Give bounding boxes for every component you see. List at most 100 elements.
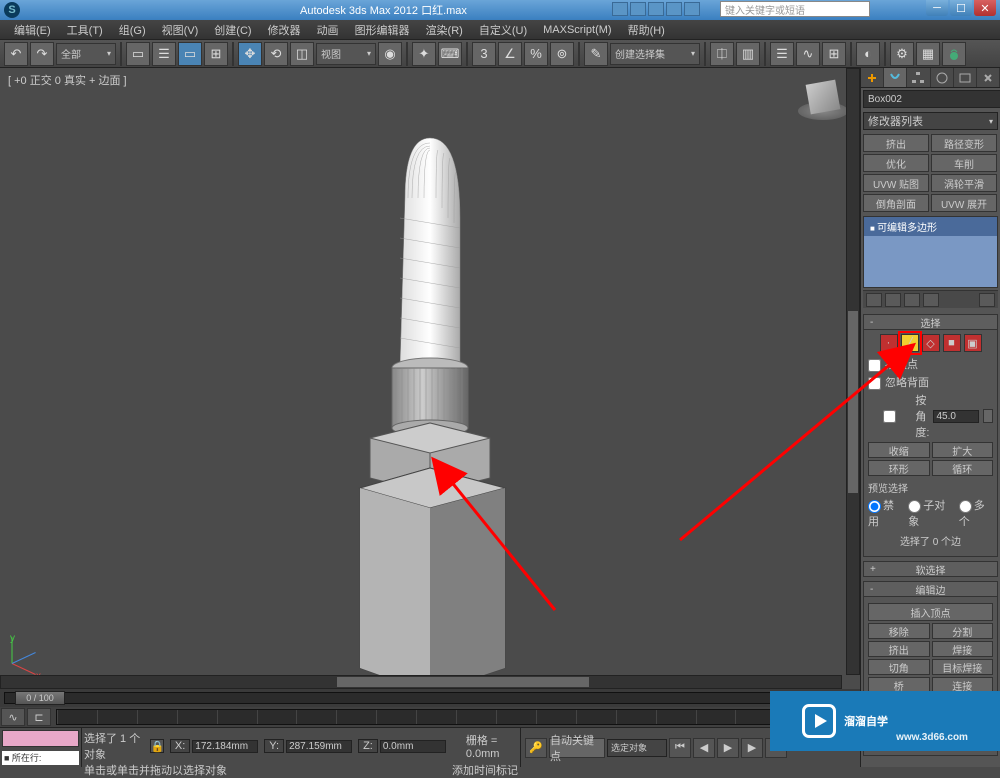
radio-subobj[interactable]	[908, 500, 921, 513]
show-end[interactable]	[885, 293, 901, 307]
layers-button[interactable]: ☰	[770, 42, 794, 66]
rollout-softsel[interactable]: 软选择	[863, 561, 998, 577]
selection-filter-drop[interactable]: 全部	[56, 43, 116, 65]
radio-multi[interactable]	[959, 500, 972, 513]
viewport-scroll-v[interactable]	[846, 68, 860, 675]
subobj-vertex[interactable]: ·	[880, 334, 898, 352]
goto-start[interactable]: ⏮	[669, 738, 691, 758]
refcoord-drop[interactable]: 视图	[316, 43, 376, 65]
named-selset-drop[interactable]: 创建选择集	[610, 43, 700, 65]
menu-edit[interactable]: 编辑(E)	[6, 22, 59, 38]
trackbar-tracks[interactable]	[56, 709, 856, 725]
menu-customize[interactable]: 自定义(U)	[471, 22, 535, 38]
percent-snap-button[interactable]: %	[524, 42, 548, 66]
modbtn-turbosmooth[interactable]: 涡轮平滑	[931, 174, 997, 192]
menu-create[interactable]: 创建(C)	[206, 22, 259, 38]
modbtn-pathdeform[interactable]: 路径变形	[931, 134, 997, 152]
modifier-list-drop[interactable]: 修改器列表	[863, 112, 998, 130]
remove-button[interactable]: 移除	[868, 623, 930, 639]
modbtn-bevelprofile[interactable]: 倒角剖面	[863, 194, 929, 212]
chk-byvertex[interactable]	[868, 359, 881, 372]
manip-button[interactable]: ✦	[412, 42, 436, 66]
close-button[interactable]: ✕	[974, 0, 996, 16]
menu-rendering[interactable]: 渲染(R)	[418, 22, 471, 38]
tab-display[interactable]	[954, 68, 977, 87]
coord-z[interactable]	[380, 740, 446, 753]
menu-animation[interactable]: 动画	[309, 22, 347, 38]
stack-editpoly[interactable]: 可编辑多边形	[864, 217, 997, 236]
byangle-input[interactable]	[933, 410, 979, 423]
shrink-button[interactable]: 收缩	[868, 442, 930, 458]
render-setup-button[interactable]: ⚙	[890, 42, 914, 66]
viewcube[interactable]	[798, 76, 848, 126]
viewport-scroll-h[interactable]	[0, 675, 842, 689]
modbtn-extrude[interactable]: 挤出	[863, 134, 929, 152]
scale-button[interactable]: ◫	[290, 42, 314, 66]
select-region-button[interactable]: ▭	[178, 42, 202, 66]
weld-button[interactable]: 焊接	[932, 641, 994, 657]
pin-stack[interactable]	[866, 293, 882, 307]
editnamed-button[interactable]: ✎	[584, 42, 608, 66]
tab-motion[interactable]	[931, 68, 954, 87]
angle-snap-button[interactable]: ∠	[498, 42, 522, 66]
rollout-selection[interactable]: 选择	[863, 314, 998, 330]
play-button[interactable]: ▶	[717, 738, 739, 758]
lock-icon[interactable]: 🔒	[150, 739, 164, 753]
rotate-button[interactable]: ⟲	[264, 42, 288, 66]
chamfer-button[interactable]: 切角	[868, 659, 930, 675]
macro-rec[interactable]: ■ 所在行:	[2, 751, 79, 766]
keymode-drop[interactable]: 选定对象	[607, 739, 667, 757]
grow-button[interactable]: 扩大	[932, 442, 994, 458]
pivot-button[interactable]: ◉	[378, 42, 402, 66]
menu-group[interactable]: 组(G)	[111, 22, 154, 38]
modifier-stack[interactable]: 可编辑多边形	[863, 216, 998, 288]
modbtn-uvwmap[interactable]: UVW 贴图	[863, 174, 929, 192]
chk-byangle[interactable]	[868, 410, 911, 423]
keyboard-button[interactable]: ⌨	[438, 42, 462, 66]
select-name-button[interactable]: ☰	[152, 42, 176, 66]
align-button[interactable]: ▥	[736, 42, 760, 66]
redo-button[interactable]: ↷	[30, 42, 54, 66]
schematic-button[interactable]: ⊞	[822, 42, 846, 66]
menu-grapheditors[interactable]: 图形编辑器	[347, 22, 418, 38]
tab-utilities[interactable]	[977, 68, 1000, 87]
infocenter-btn[interactable]	[612, 2, 628, 16]
tab-hierarchy[interactable]	[907, 68, 930, 87]
time-slider[interactable]: 0 / 100	[0, 689, 860, 707]
infocenter-btn5[interactable]	[684, 2, 700, 16]
curve-toggle[interactable]: ∿	[1, 708, 25, 726]
script-listener[interactable]	[2, 730, 79, 747]
subobj-element[interactable]: ▣	[964, 334, 982, 352]
lock-sel[interactable]: 🔑	[525, 738, 547, 758]
autokey-button[interactable]: 自动关键点	[549, 738, 605, 758]
window-crossing-button[interactable]: ⊞	[204, 42, 228, 66]
menu-tools[interactable]: 工具(T)	[59, 22, 111, 38]
tab-create[interactable]	[861, 68, 884, 87]
modbtn-lathe[interactable]: 车削	[931, 154, 997, 172]
menu-maxscript[interactable]: MAXScript(M)	[535, 24, 619, 36]
modbtn-unwrap[interactable]: UVW 展开	[931, 194, 997, 212]
tab-modify[interactable]	[884, 68, 907, 87]
add-timetag[interactable]: 添加时间标记	[452, 762, 518, 778]
target-weld-button[interactable]: 目标焊接	[932, 659, 994, 675]
object-name-input[interactable]	[863, 90, 1000, 108]
undo-button[interactable]: ↶	[4, 42, 28, 66]
rollout-editedges[interactable]: 编辑边	[863, 581, 998, 597]
minimize-button[interactable]: ─	[926, 0, 948, 16]
menu-views[interactable]: 视图(V)	[154, 22, 207, 38]
snap-button[interactable]: 3	[472, 42, 496, 66]
configure-sets[interactable]	[979, 293, 995, 307]
subobj-polygon[interactable]: ■	[943, 334, 961, 352]
rendered-frame-button[interactable]: ▦	[916, 42, 940, 66]
viewport-label[interactable]: [ +0 正交 0 真实 + 边面 ]	[8, 72, 127, 88]
insert-vertex-button[interactable]: 插入顶点	[868, 603, 993, 621]
maximize-button[interactable]: ☐	[950, 0, 972, 16]
infocenter-btn2[interactable]	[630, 2, 646, 16]
infocenter-btn3[interactable]	[648, 2, 664, 16]
select-button[interactable]: ▭	[126, 42, 150, 66]
material-editor-button[interactable]: ◐	[856, 42, 880, 66]
key-toggle[interactable]: ⊏	[27, 708, 51, 726]
radio-disable[interactable]	[868, 500, 881, 513]
time-knob[interactable]: 0 / 100	[15, 691, 65, 705]
render-button[interactable]	[942, 42, 966, 66]
